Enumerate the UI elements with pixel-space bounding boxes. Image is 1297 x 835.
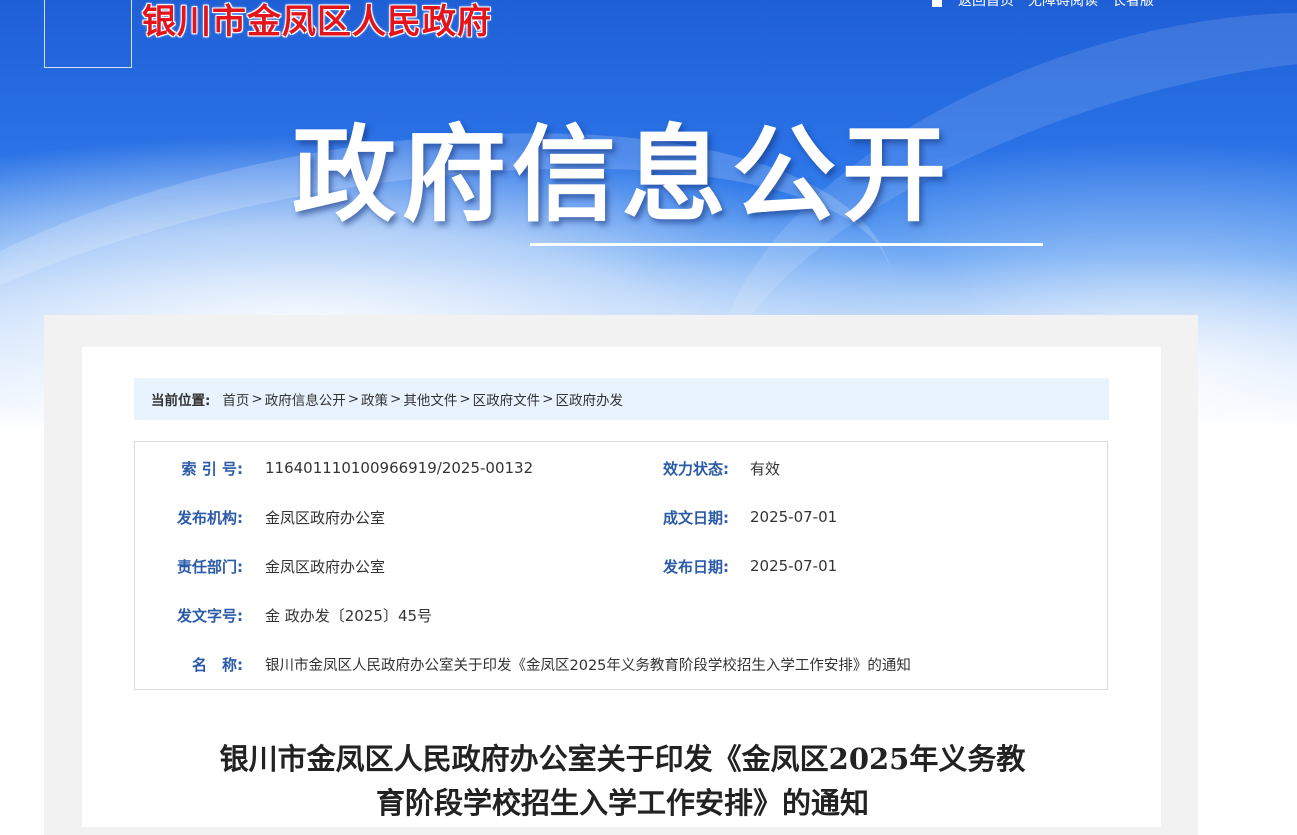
meta-created-value: 2025-07-01	[750, 508, 838, 526]
meta-dept: 责任部门: 金凤区政府办公室	[135, 554, 385, 578]
meta-status: 效力状态: 有效	[595, 456, 780, 480]
breadcrumb-separator: >	[542, 391, 554, 407]
banner-title: 政府信息公开	[292, 114, 953, 236]
breadcrumb-separator: >	[347, 391, 360, 407]
site-logo[interactable]	[44, 0, 132, 68]
meta-created-label: 成文日期:	[663, 508, 729, 527]
breadcrumb-district-office[interactable]: 区政府办发	[555, 389, 623, 409]
meta-status-value: 有效	[750, 459, 781, 478]
home-icon[interactable]	[930, 0, 944, 7]
top-links: 返回首页 无障碍阅读 长者版	[930, 0, 1154, 10]
link-accessible[interactable]: 无障碍阅读	[1028, 0, 1098, 10]
meta-status-label: 效力状态:	[663, 459, 729, 478]
meta-dept-label: 责任部门:	[177, 557, 243, 576]
meta-name-label: 名 称:	[192, 655, 243, 674]
meta-docno-label: 发文字号:	[177, 606, 243, 625]
meta-dept-value: 金凤区政府办公室	[265, 557, 386, 576]
site-title[interactable]: 银川市金凤区人民政府	[142, 2, 492, 42]
meta-docno: 发文字号: 金 政办发〔2025〕45号	[135, 603, 432, 627]
meta-published-value: 2025-07-01	[750, 557, 838, 575]
breadcrumb-policy[interactable]: 政策	[361, 389, 388, 409]
meta-published-label: 发布日期:	[663, 557, 729, 576]
meta-publisher-label: 发布机构:	[177, 508, 243, 527]
breadcrumb-gov-info[interactable]: 政府信息公开	[265, 389, 346, 409]
breadcrumb-home[interactable]: 首页	[222, 389, 249, 409]
banner-underline	[530, 243, 1043, 246]
breadcrumb-district-docs[interactable]: 区政府文件	[473, 389, 541, 409]
link-home[interactable]: 返回首页	[958, 0, 1014, 10]
document-title-line2: 育阶段学校招生入学工作安排》的通知	[375, 786, 869, 820]
meta-index-value: 116401110100966919/2025-00132	[265, 459, 534, 477]
document-title: 银川市金凤区人民政府办公室关于印发《金凤区2025年义务教 育阶段学校招生入学工…	[160, 737, 1085, 825]
document-title-line1: 银川市金凤区人民政府办公室关于印发《金凤区2025年义务教	[219, 742, 1026, 776]
meta-index: 索 引 号: 116401110100966919/2025-00132	[135, 456, 534, 480]
breadcrumb-separator: >	[390, 391, 402, 407]
meta-created: 成文日期: 2025-07-01	[595, 505, 837, 529]
meta-name: 名 称: 银川市金凤区人民政府办公室关于印发《金凤区2025年义务教育阶段学校招…	[135, 652, 911, 676]
meta-publisher-value: 金凤区政府办公室	[265, 508, 386, 527]
document-metadata: 索 引 号: 116401110100966919/2025-00132 效力状…	[134, 441, 1108, 690]
meta-index-label: 索 引 号:	[181, 459, 243, 478]
breadcrumb-label: 当前位置:	[151, 393, 211, 409]
breadcrumb-separator: >	[251, 391, 263, 407]
breadcrumb-other-docs[interactable]: 其他文件	[403, 389, 457, 409]
breadcrumb-separator: >	[459, 391, 471, 407]
breadcrumb: 当前位置: 首页 > 政府信息公开 > 政策 > 其他文件 > 区政府文件 > …	[134, 378, 1109, 420]
link-elder[interactable]: 长者版	[1112, 0, 1154, 10]
meta-name-value: 银川市金凤区人民政府办公室关于印发《金凤区2025年义务教育阶段学校招生入学工作…	[265, 657, 911, 674]
meta-published: 发布日期: 2025-07-01	[595, 554, 837, 578]
meta-publisher: 发布机构: 金凤区政府办公室	[135, 505, 385, 529]
meta-docno-value: 金 政办发〔2025〕45号	[265, 606, 433, 625]
